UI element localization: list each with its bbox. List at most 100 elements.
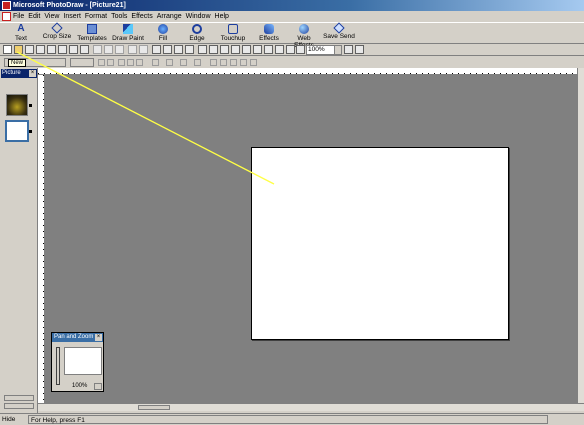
menu-insert[interactable]: Insert bbox=[63, 11, 81, 22]
horizontal-scrollbar[interactable] bbox=[38, 403, 584, 411]
scroll-down-button[interactable] bbox=[4, 403, 34, 409]
edge-button[interactable]: Edge bbox=[186, 23, 208, 45]
curve-icon[interactable] bbox=[242, 45, 251, 54]
zoom-slider[interactable] bbox=[56, 347, 60, 385]
thumbnail-arrow-icon bbox=[29, 104, 32, 107]
autoshape-icon[interactable] bbox=[286, 45, 295, 54]
menu-edit[interactable]: Edit bbox=[28, 11, 40, 22]
camera-icon[interactable] bbox=[69, 45, 78, 54]
fill-color-icon[interactable] bbox=[240, 59, 247, 66]
visual-menu-toolbar: A Text Crop Size Templates Draw Paint Fi… bbox=[0, 22, 584, 49]
fill-button[interactable]: Fill bbox=[153, 23, 173, 45]
vertical-scrollbar[interactable] bbox=[577, 68, 584, 403]
picture-thumbnail-selected[interactable] bbox=[5, 120, 29, 142]
layers-icon[interactable] bbox=[185, 45, 194, 54]
fill-icon bbox=[158, 24, 168, 34]
align-right-icon[interactable] bbox=[136, 59, 143, 66]
scan-icon[interactable] bbox=[58, 45, 67, 54]
save-send-icon bbox=[333, 22, 345, 34]
font-size-dropdown[interactable] bbox=[70, 58, 94, 67]
menu-format[interactable]: Format bbox=[85, 11, 107, 22]
ellipse-icon[interactable] bbox=[275, 45, 284, 54]
text-button[interactable]: A Text bbox=[6, 23, 36, 45]
menu-tools[interactable]: Tools bbox=[111, 11, 127, 22]
freeform-icon[interactable] bbox=[253, 45, 262, 54]
line-width-icon[interactable] bbox=[166, 59, 173, 66]
align-center-icon[interactable] bbox=[127, 59, 134, 66]
chevron-down-icon[interactable] bbox=[334, 46, 341, 54]
status-help-text: For Help, press F1 bbox=[28, 415, 548, 424]
italic-icon[interactable] bbox=[107, 59, 114, 66]
format-painter-icon[interactable] bbox=[152, 45, 161, 54]
help-icon[interactable] bbox=[355, 45, 364, 54]
bold-icon[interactable] bbox=[98, 59, 105, 66]
zoom-dropdown[interactable]: 100% bbox=[306, 45, 342, 55]
menu-arrange[interactable]: Arrange bbox=[157, 11, 182, 22]
dash-style-icon[interactable] bbox=[180, 59, 187, 66]
rectangle-icon[interactable] bbox=[264, 45, 273, 54]
pan-preview[interactable] bbox=[64, 347, 102, 375]
menu-effects[interactable]: Effects bbox=[131, 11, 152, 22]
web-effects-icon bbox=[299, 24, 309, 34]
print-icon[interactable] bbox=[36, 45, 45, 54]
save-icon[interactable] bbox=[25, 45, 34, 54]
draw-paint-button[interactable]: Draw Paint bbox=[111, 23, 145, 45]
touchup-button[interactable]: Touchup bbox=[219, 23, 247, 45]
effects-button[interactable]: Effects bbox=[256, 23, 282, 45]
cut-icon[interactable] bbox=[93, 45, 102, 54]
effects-small-icon[interactable] bbox=[250, 59, 257, 66]
shadow-icon[interactable] bbox=[220, 59, 227, 66]
crop-icon bbox=[51, 22, 63, 34]
window-title: Microsoft PhotoDraw - [Picture21] bbox=[13, 2, 126, 9]
vertical-ruler bbox=[38, 75, 45, 403]
close-icon[interactable]: × bbox=[29, 70, 36, 77]
align-objects-icon[interactable] bbox=[230, 59, 237, 66]
templates-button[interactable]: Templates bbox=[76, 23, 108, 45]
picture-canvas[interactable] bbox=[251, 147, 509, 340]
picture-list-panel: Picture × bbox=[0, 68, 38, 413]
align-left-icon[interactable] bbox=[118, 59, 125, 66]
copy-icon[interactable] bbox=[104, 45, 113, 54]
zoom-fit-button[interactable] bbox=[94, 383, 102, 390]
menu-window[interactable]: Window bbox=[186, 11, 211, 22]
group-icon[interactable] bbox=[198, 45, 207, 54]
status-bar: Hide For Help, press F1 bbox=[0, 413, 584, 425]
photodraw-app-icon[interactable] bbox=[2, 1, 11, 10]
line-style-icon[interactable] bbox=[152, 59, 159, 66]
new-icon[interactable] bbox=[3, 45, 12, 54]
rotate-icon[interactable] bbox=[210, 59, 217, 66]
hide-visual-menu-toggle[interactable]: Hide bbox=[2, 414, 15, 425]
menu-view[interactable]: View bbox=[44, 11, 59, 22]
title-bar: Microsoft PhotoDraw - [Picture21] bbox=[0, 0, 584, 11]
picture-thumbnail[interactable] bbox=[6, 94, 28, 116]
edge-icon bbox=[192, 24, 202, 34]
crop-size-button[interactable]: Crop Size bbox=[41, 22, 73, 45]
redo-icon[interactable] bbox=[139, 45, 148, 54]
menu-help[interactable]: Help bbox=[215, 11, 229, 22]
zoom-to-fit-icon[interactable] bbox=[344, 45, 353, 54]
open-icon[interactable] bbox=[14, 45, 23, 54]
formatting-toolbar bbox=[0, 57, 584, 68]
web-effects-button[interactable]: Web Effects bbox=[287, 23, 321, 49]
pan-icon[interactable] bbox=[174, 45, 183, 54]
undo-icon[interactable] bbox=[128, 45, 137, 54]
close-icon[interactable]: × bbox=[95, 334, 102, 341]
scroll-up-button[interactable] bbox=[4, 395, 34, 401]
line-icon[interactable] bbox=[231, 45, 240, 54]
flip-icon[interactable] bbox=[194, 59, 201, 66]
print-preview-icon[interactable] bbox=[47, 45, 56, 54]
pointer-icon[interactable] bbox=[163, 45, 172, 54]
text-tool-icon[interactable] bbox=[296, 45, 305, 54]
horizontal-ruler bbox=[38, 68, 584, 75]
arrange-icon[interactable] bbox=[220, 45, 229, 54]
document-icon[interactable] bbox=[2, 12, 11, 21]
menu-bar: File Edit View Insert Format Tools Effec… bbox=[0, 11, 584, 22]
paste-icon[interactable] bbox=[115, 45, 124, 54]
save-send-button[interactable]: Save Send bbox=[323, 22, 355, 45]
send-icon[interactable] bbox=[80, 45, 89, 54]
draw-paint-icon bbox=[123, 24, 133, 34]
menu-file[interactable]: File bbox=[13, 11, 24, 22]
picture-list-header: Picture × bbox=[1, 69, 37, 78]
color-icon[interactable] bbox=[209, 45, 218, 54]
scrollbar-thumb[interactable] bbox=[138, 405, 170, 410]
